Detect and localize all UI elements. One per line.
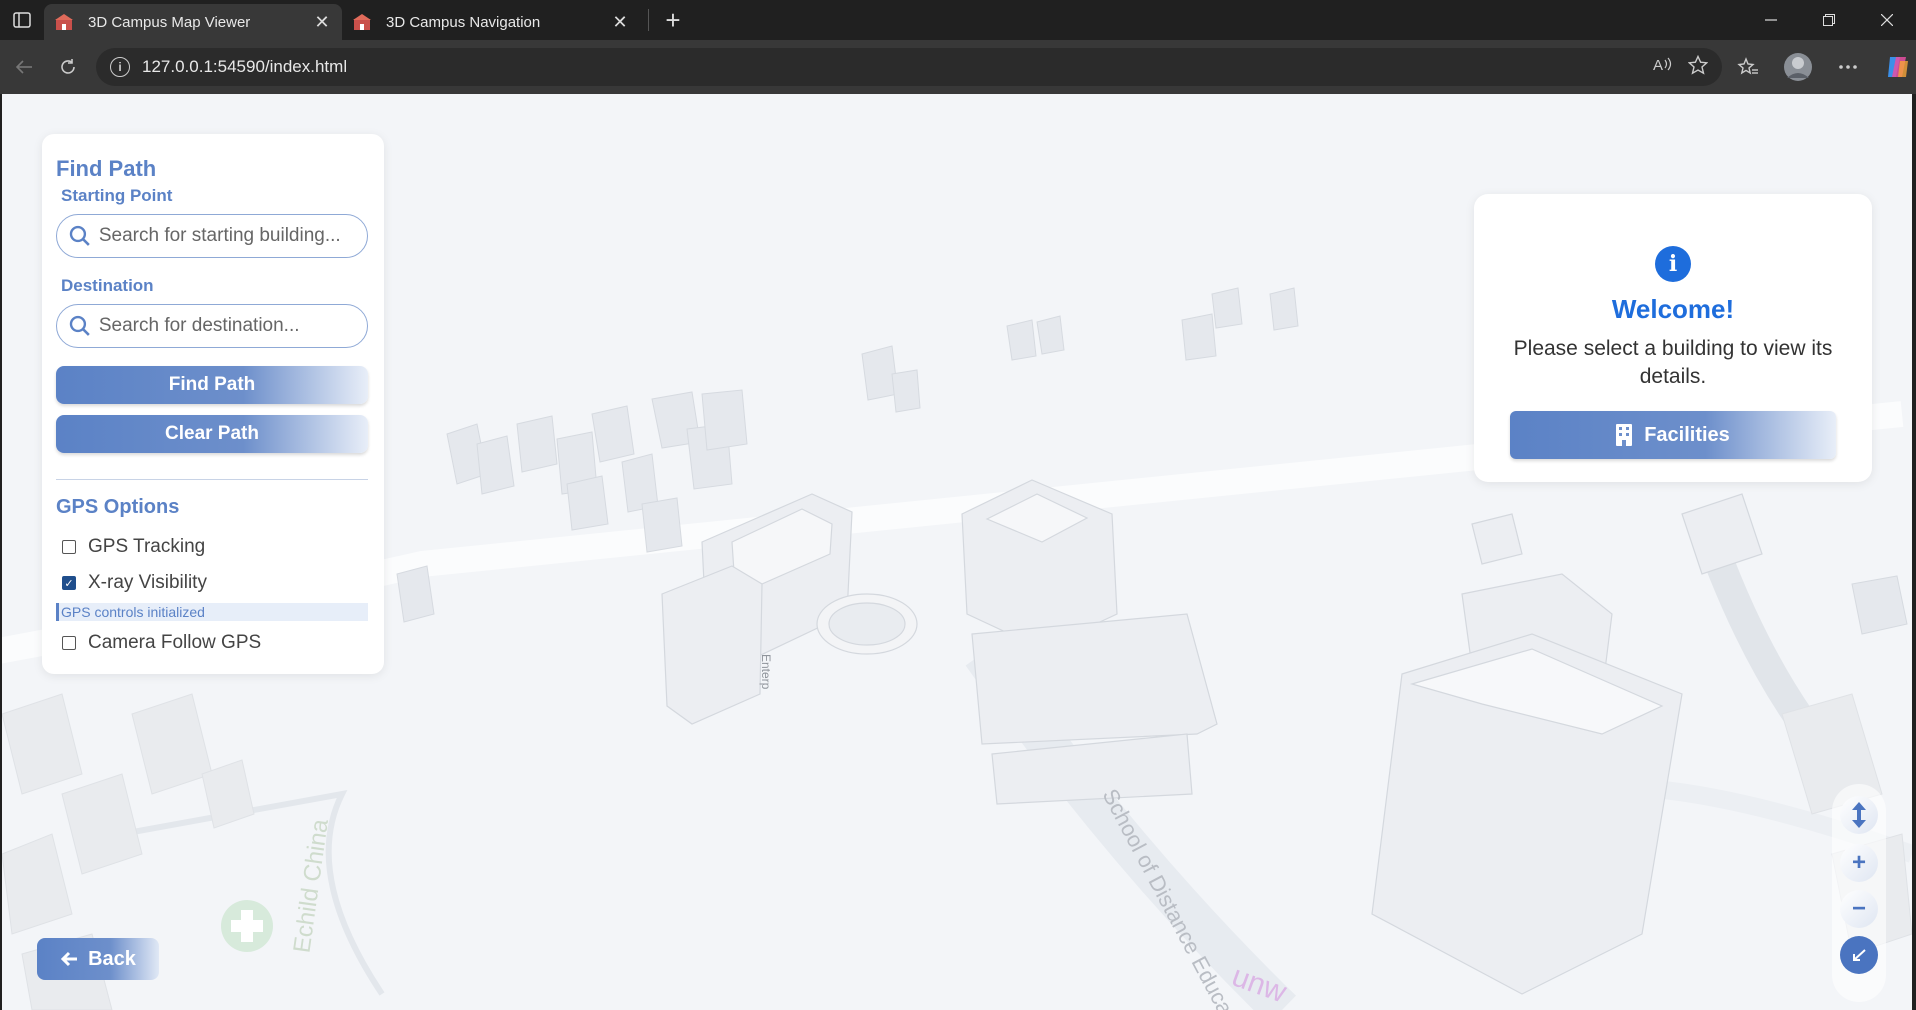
favorite-star-icon[interactable] — [1687, 54, 1709, 80]
close-icon[interactable]: ✕ — [312, 12, 332, 32]
back-arrow-icon[interactable] — [2, 47, 46, 87]
campus-favicon-icon — [54, 13, 74, 31]
tab-divider — [648, 9, 649, 31]
url-actions: A — [1652, 54, 1709, 80]
profile-avatar[interactable] — [1780, 49, 1816, 85]
building-icon — [1616, 424, 1633, 446]
destination-search[interactable] — [56, 304, 368, 348]
window-controls — [1742, 0, 1916, 40]
zoom-in-icon[interactable]: + — [1840, 844, 1878, 882]
map-label-vertical: Enterp — [759, 654, 773, 690]
more-options-icon[interactable] — [1830, 49, 1866, 85]
tab-campus-navigation[interactable]: 3D Campus Navigation ✕ — [342, 4, 640, 40]
map-controls: + − — [1832, 784, 1886, 1002]
xray-visibility-row[interactable]: ✓ X-ray Visibility — [56, 571, 370, 595]
close-icon[interactable]: ✕ — [610, 12, 630, 32]
panel-title: Find Path — [56, 156, 157, 181]
restore-icon[interactable] — [1800, 0, 1858, 40]
starting-point-label: Starting Point — [61, 186, 173, 205]
xray-visibility-checkbox[interactable]: ✓ — [62, 576, 76, 590]
xray-visibility-label: X-ray Visibility — [88, 572, 207, 593]
gps-tracking-row[interactable]: GPS Tracking — [56, 535, 370, 559]
facilities-label: Facilities — [1644, 423, 1730, 446]
url-text: 127.0.0.1:54590/index.html — [142, 57, 348, 76]
arrow-left-icon — [60, 951, 78, 967]
camera-follow-row[interactable]: Camera Follow GPS — [56, 631, 370, 655]
minimize-icon[interactable] — [1742, 0, 1800, 40]
welcome-message: Please select a building to view its det… — [1513, 337, 1833, 388]
site-info-icon[interactable]: i — [110, 57, 130, 77]
starting-point-input[interactable] — [98, 225, 367, 247]
campus-favicon-icon — [352, 13, 372, 31]
gps-tracking-label: GPS Tracking — [88, 536, 206, 557]
hospital-marker-icon[interactable] — [221, 900, 273, 952]
favorites-icon[interactable] — [1730, 49, 1766, 85]
copilot-icon[interactable] — [1880, 49, 1916, 85]
info-icon: i — [1655, 246, 1691, 282]
address-bar-row: i 127.0.0.1:54590/index.html A — [0, 40, 1916, 94]
welcome-card: i Welcome! Please select a building to v… — [1474, 194, 1872, 482]
gps-tracking-checkbox[interactable] — [62, 540, 76, 554]
back-button[interactable]: Back — [37, 938, 159, 980]
new-tab-icon[interactable]: + — [657, 4, 689, 36]
tilt-icon[interactable] — [1840, 796, 1878, 834]
starting-point-search[interactable] — [56, 214, 368, 258]
svg-text:A: A — [1653, 57, 1663, 73]
divider — [56, 479, 368, 480]
browser-tab-bar: 3D Campus Map Viewer ✕ 3D Campus Navigat… — [0, 0, 1916, 40]
zoom-out-icon[interactable]: − — [1840, 890, 1878, 928]
search-icon — [69, 315, 90, 336]
refresh-icon[interactable] — [46, 47, 90, 87]
find-path-button[interactable]: Find Path — [56, 366, 368, 404]
tab-title: 3D Campus Navigation — [386, 13, 541, 31]
map-label-road: Echild China — [288, 817, 334, 955]
compass-icon[interactable] — [1840, 936, 1878, 974]
url-field[interactable]: i 127.0.0.1:54590/index.html A — [96, 48, 1722, 86]
clear-path-button[interactable]: Clear Path — [56, 415, 368, 453]
destination-input[interactable] — [98, 315, 367, 337]
tab-actions-icon[interactable] — [0, 0, 44, 40]
find-path-panel: Find Path Starting Point Destination Fin… — [42, 134, 384, 674]
tab-title: 3D Campus Map Viewer — [88, 13, 251, 31]
welcome-title: Welcome! — [1611, 294, 1735, 324]
back-label: Back — [88, 947, 136, 970]
search-icon — [69, 225, 90, 246]
camera-follow-label: Camera Follow GPS — [88, 632, 262, 653]
gps-options-title: GPS Options — [56, 496, 180, 518]
camera-follow-checkbox[interactable] — [62, 636, 76, 650]
gps-status-text: GPS controls initialized — [56, 603, 368, 621]
read-aloud-icon[interactable]: A — [1652, 55, 1672, 80]
browser-toolbar — [1730, 40, 1916, 94]
page-viewport: School of Distance Education Echild Chin… — [2, 94, 1912, 1010]
facilities-button[interactable]: Facilities — [1510, 411, 1836, 459]
tab-campus-map-viewer[interactable]: 3D Campus Map Viewer ✕ — [44, 4, 342, 40]
svg-text:unw: unw — [1228, 960, 1291, 1010]
destination-label: Destination — [61, 276, 154, 295]
close-window-icon[interactable] — [1858, 0, 1916, 40]
